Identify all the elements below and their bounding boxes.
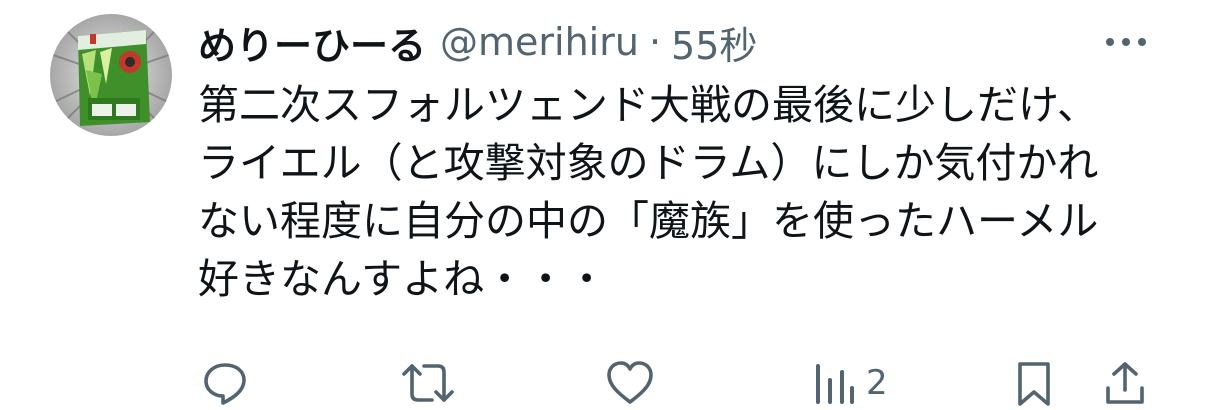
bookmark-icon <box>1018 362 1050 406</box>
matcha-tea-pack-avatar-icon <box>50 14 172 136</box>
like-icon <box>607 361 653 404</box>
display-name[interactable]: めりーひーる <box>198 15 426 70</box>
action-bar: 2 <box>0 356 1206 410</box>
avatar[interactable] <box>50 14 172 136</box>
tweet-text-line: 好きなんすよね・・・ <box>198 255 608 303</box>
reply-button[interactable] <box>200 356 250 410</box>
tweet-text-line: 第二次スフォルツェンド大戦の最後に少しだけ、 <box>198 81 1098 129</box>
tweet-text: 第二次スフォルツェンド大戦の最後に少しだけ、 ライエル（と攻撃対象のドラム）にし… <box>198 76 1158 308</box>
views-icon <box>816 364 854 404</box>
views-button[interactable]: 2 <box>812 356 888 410</box>
tweet-header: めりーひーる @merihiru · 55秒 <box>198 14 757 70</box>
retweet-icon <box>402 364 454 402</box>
timestamp[interactable]: 55秒 <box>671 15 757 70</box>
share-icon <box>1106 362 1144 404</box>
bookmark-button[interactable] <box>1012 356 1056 410</box>
tweet-card: めりーひーる @merihiru · 55秒 第二次スフォルツェンド大戦の最後に… <box>0 0 1206 410</box>
share-button[interactable] <box>1102 356 1148 410</box>
retweet-button[interactable] <box>398 356 458 410</box>
tweet-text-line: ライエル（と攻撃対象のドラム）にしか気付かれ <box>198 139 1099 187</box>
more-options-button[interactable] <box>1102 28 1150 56</box>
user-handle[interactable]: @merihiru <box>440 20 639 64</box>
like-button[interactable] <box>604 356 656 410</box>
reply-icon <box>204 363 246 405</box>
more-dots-icon <box>1106 38 1146 46</box>
tweet-text-line: ない程度に自分の中の「魔族」を使ったハーメル <box>198 197 1099 245</box>
views-count: 2 <box>866 363 888 403</box>
separator-dot: · <box>648 20 662 64</box>
